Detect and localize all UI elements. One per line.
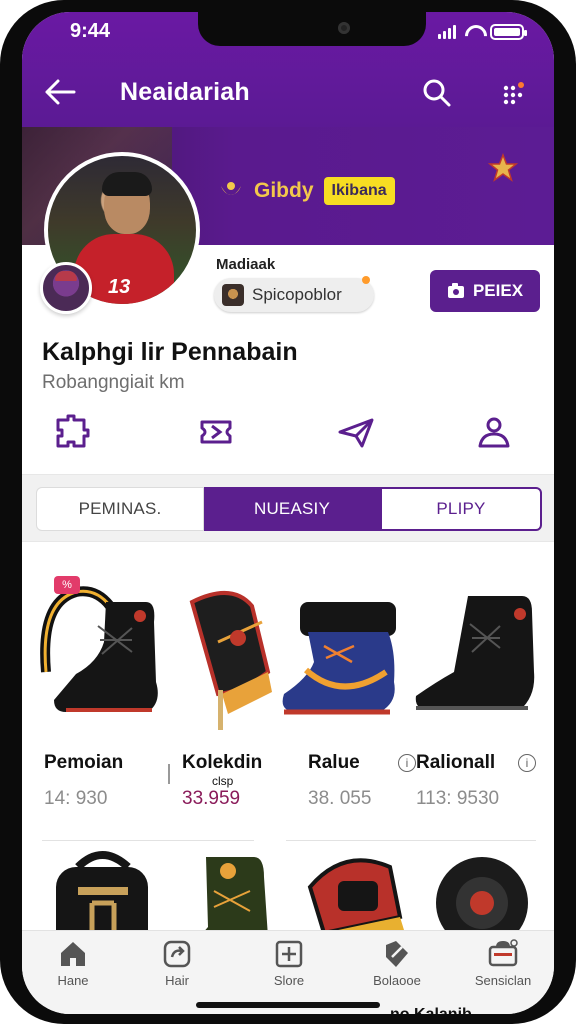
peek-text: no Kalanib bbox=[390, 1006, 472, 1014]
ticket-icon[interactable] bbox=[196, 412, 236, 452]
tab-nueasiy[interactable]: NUEASIY bbox=[204, 487, 380, 531]
nav-label: Slore bbox=[273, 973, 305, 988]
camera-notch bbox=[198, 12, 426, 46]
status-time: 9:44 bbox=[70, 20, 111, 42]
nav-store[interactable]: Slore bbox=[244, 939, 334, 988]
nav-profile[interactable]: Sensiclan bbox=[458, 939, 548, 988]
share-icon bbox=[163, 940, 191, 968]
wifi-icon bbox=[464, 25, 482, 39]
status-icons bbox=[438, 24, 527, 40]
product-price: 33.959 bbox=[182, 788, 241, 809]
app-header: 9:44 Neaidariah bbox=[22, 12, 554, 127]
product-card[interactable]: Ralionall i 113: 9530 bbox=[410, 552, 542, 809]
nav-share[interactable]: Hair bbox=[132, 939, 222, 988]
profile-name: Kalphgi lir Pennabain bbox=[42, 338, 298, 366]
discount-tag: % bbox=[54, 576, 80, 594]
nav-tag[interactable]: Bolaooe bbox=[352, 939, 442, 988]
home-icon bbox=[61, 942, 85, 966]
battery-icon bbox=[490, 24, 527, 40]
profile-small-label: Madiaak bbox=[216, 256, 276, 273]
profile-subtitle: Robangngiait km bbox=[42, 372, 185, 393]
product-price: 113: 9530 bbox=[416, 788, 500, 809]
row-divider bbox=[42, 840, 254, 841]
nav-label: Hair bbox=[165, 973, 189, 988]
player-hair bbox=[102, 172, 152, 196]
tag-icon bbox=[386, 941, 408, 967]
product-price: 38. 055 bbox=[308, 788, 372, 809]
product-subtitle: clsp bbox=[212, 774, 234, 788]
profile-action-button[interactable]: PEIEX bbox=[430, 270, 540, 312]
crown-icon bbox=[221, 182, 241, 195]
chip-label: Spicopoblor bbox=[252, 285, 342, 304]
puzzle-icon[interactable] bbox=[52, 412, 92, 452]
profile-chip[interactable]: Spicopoblor bbox=[214, 276, 374, 312]
plus-box-icon bbox=[275, 940, 303, 968]
profile-card-icon bbox=[488, 939, 518, 967]
title-separator bbox=[168, 764, 170, 784]
nav-label: Sensiclan bbox=[474, 973, 532, 988]
info-icon[interactable]: i bbox=[518, 754, 536, 772]
app-screen: 9:44 Neaidariah Gibdy Ikibana 13 Madiaak… bbox=[22, 12, 554, 1014]
back-arrow-icon[interactable] bbox=[44, 78, 76, 106]
send-icon[interactable] bbox=[336, 412, 376, 452]
brand-badge: Ikibana bbox=[323, 177, 395, 205]
star-badge-icon[interactable] bbox=[488, 153, 518, 183]
product-image-sneaker bbox=[282, 602, 396, 715]
action-button-label: PEIEX bbox=[472, 281, 524, 300]
page-title: Neaidariah bbox=[120, 78, 250, 106]
quick-action-row bbox=[22, 408, 554, 458]
product-price: 14: 930 bbox=[44, 788, 108, 809]
camera-icon bbox=[447, 283, 464, 298]
camera-dot bbox=[338, 22, 350, 34]
tab-bar: PEMINAS. NUEASIY PLIPY bbox=[22, 474, 554, 542]
phone-frame: 9:44 Neaidariah Gibdy Ikibana 13 Madiaak… bbox=[0, 0, 576, 1024]
search-icon[interactable] bbox=[422, 78, 452, 108]
user-icon[interactable] bbox=[474, 412, 514, 452]
product-image-boot bbox=[415, 596, 535, 710]
product-title: Pemoian bbox=[44, 752, 124, 773]
product-title: Kolekdin bbox=[182, 752, 263, 773]
player-number: 13 bbox=[108, 276, 131, 298]
menu-grid-icon[interactable] bbox=[498, 78, 528, 108]
notification-dot bbox=[362, 276, 370, 284]
product-title: Ralionall bbox=[416, 752, 496, 773]
brand-name: Gibdy bbox=[254, 179, 314, 202]
tab-peminas[interactable]: PEMINAS. bbox=[36, 487, 204, 531]
signal-icon bbox=[438, 25, 456, 39]
nav-label: Bolaooe bbox=[373, 973, 421, 988]
product-title: Ralue bbox=[308, 752, 360, 773]
row-divider bbox=[286, 840, 536, 841]
tab-plipy[interactable]: PLIPY bbox=[380, 487, 542, 531]
chip-avatar-icon bbox=[222, 284, 244, 306]
home-indicator[interactable] bbox=[196, 1002, 380, 1008]
brand-row: Gibdy Ikibana bbox=[218, 177, 395, 205]
nav-home[interactable]: Hane bbox=[28, 939, 118, 988]
product-card[interactable]: % Pemoian 14: 930 bbox=[36, 552, 170, 809]
header-nav-row: Neaidariah bbox=[22, 68, 554, 118]
product-card[interactable]: Ralue i 38. 055 bbox=[278, 552, 416, 809]
nav-label: Hane bbox=[57, 973, 89, 988]
mini-avatar[interactable] bbox=[40, 262, 92, 314]
